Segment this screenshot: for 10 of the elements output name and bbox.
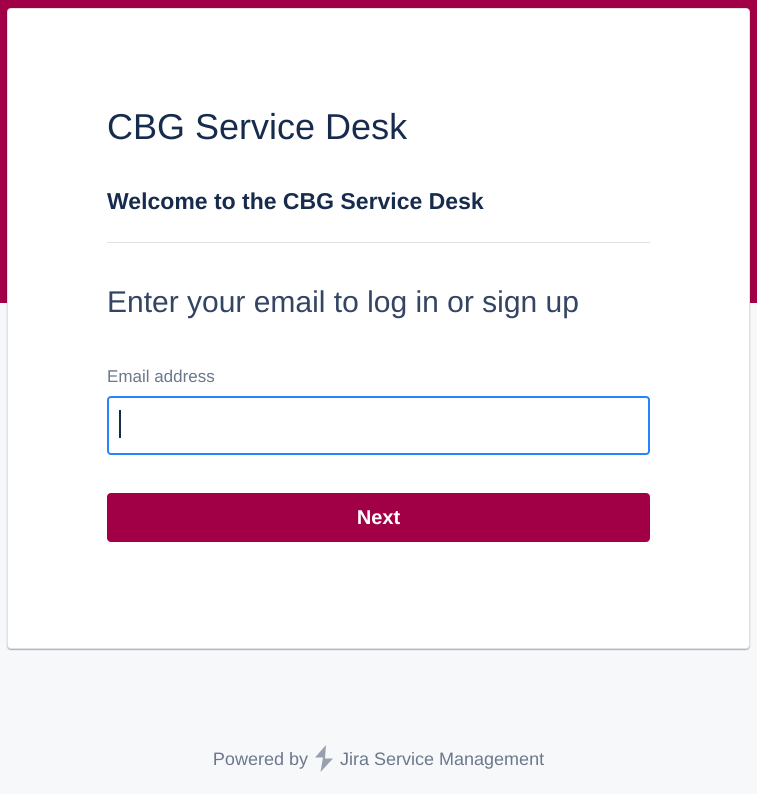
powered-by-text: Powered by [212, 748, 308, 770]
text-cursor-icon [119, 410, 121, 438]
welcome-subtitle: Welcome to the CBG Service Desk [107, 187, 485, 215]
lightning-bolt-icon [312, 745, 335, 772]
next-button[interactable]: Next [107, 493, 650, 542]
login-prompt-heading: Enter your email to log in or sign up [107, 285, 580, 321]
product-name-text: Jira Service Management [340, 748, 544, 770]
email-field-label: Email address [107, 366, 215, 388]
email-input-field[interactable] [107, 396, 650, 455]
service-desk-title: CBG Service Desk [107, 106, 408, 148]
